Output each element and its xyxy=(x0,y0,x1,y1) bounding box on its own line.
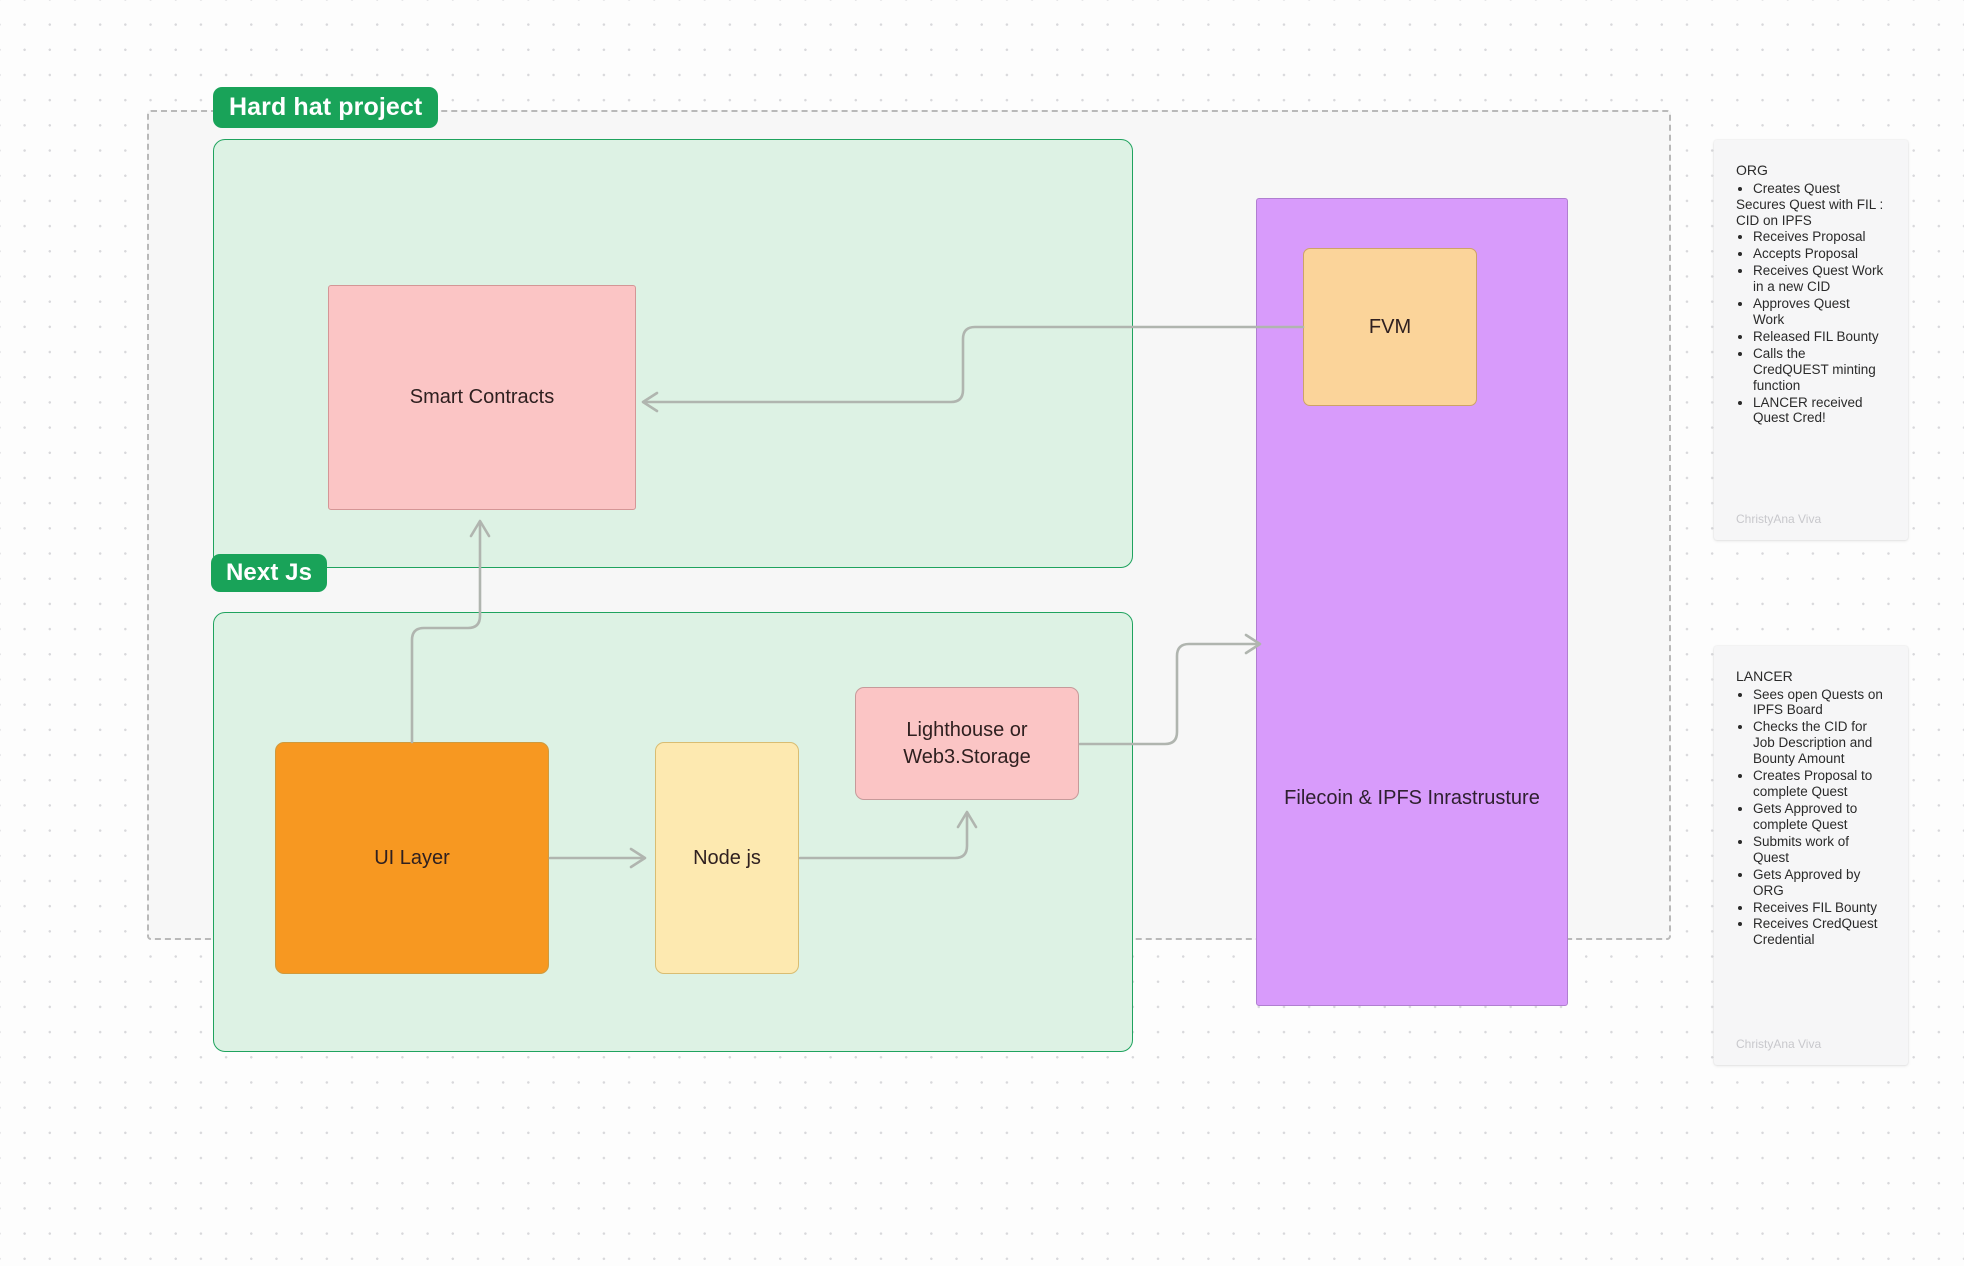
list-item: Receives Proposal xyxy=(1753,229,1884,245)
node-lighthouse-web3storage[interactable]: Lighthouse or Web3.Storage xyxy=(855,687,1079,800)
note-lancer-author: ChristyAna Viva xyxy=(1736,1036,1822,1051)
lighthouse-label: Lighthouse or Web3.Storage xyxy=(903,717,1031,771)
list-item: Calls the CredQUEST minting function xyxy=(1753,346,1884,394)
list-item: Checks the CID for Job Description and B… xyxy=(1753,719,1884,767)
list-item: Gets Approved by ORG xyxy=(1753,867,1884,899)
sticky-note-lancer[interactable]: LANCER Sees open Quests on IPFS Board Ch… xyxy=(1714,646,1908,1065)
hardhat-project-badge[interactable]: Hard hat project xyxy=(213,87,439,128)
node-ui-layer[interactable]: UI Layer xyxy=(275,742,549,974)
list-item: Receives FIL Bounty xyxy=(1753,900,1884,916)
note-org-list-a: Creates Quest xyxy=(1736,181,1884,197)
note-org-freeline-1: Secures Quest with FIL : xyxy=(1736,197,1884,213)
filecoin-label: Filecoin & IPFS Inrastrusture xyxy=(1284,787,1540,809)
node-fvm[interactable]: FVM xyxy=(1303,248,1477,406)
list-item: Creates Quest xyxy=(1753,181,1884,197)
list-item: Gets Approved to complete Quest xyxy=(1753,801,1884,833)
list-item: Approves Quest Work xyxy=(1753,296,1884,328)
list-item: Creates Proposal to complete Quest xyxy=(1753,768,1884,800)
list-item: Sees open Quests on IPFS Board xyxy=(1753,687,1884,719)
list-item: Submits work of Quest xyxy=(1753,834,1884,866)
note-org-freeline-2: CID on IPFS xyxy=(1736,213,1812,229)
sticky-note-org[interactable]: ORG Creates Quest Secures Quest with FIL… xyxy=(1714,140,1908,540)
note-org-author: ChristyAna Viva xyxy=(1736,511,1822,526)
lighthouse-label-line2: Web3.Storage xyxy=(903,745,1031,768)
list-item: Released FIL Bounty xyxy=(1753,329,1884,345)
note-lancer-title: LANCER xyxy=(1736,668,1793,684)
list-item: Receives CredQuest Credential xyxy=(1753,916,1884,948)
node-smart-contracts[interactable]: Smart Contracts xyxy=(328,285,636,510)
lighthouse-label-line1: Lighthouse or xyxy=(906,718,1028,741)
list-item: Receives Quest Work in a new CID xyxy=(1753,263,1884,295)
diagram-canvas: Hard hat project Next Js Smart Contracts… xyxy=(0,0,1964,1266)
note-lancer-list: Sees open Quests on IPFS Board Checks th… xyxy=(1736,687,1884,949)
note-org-list-b: Receives Proposal Accepts Proposal Recei… xyxy=(1736,229,1884,426)
list-item: Accepts Proposal xyxy=(1753,246,1884,262)
nextjs-badge[interactable]: Next Js xyxy=(211,554,328,592)
note-org-title: ORG xyxy=(1736,162,1768,178)
list-item: LANCER received Quest Cred! xyxy=(1753,395,1884,427)
node-node-js[interactable]: Node js xyxy=(655,742,799,974)
